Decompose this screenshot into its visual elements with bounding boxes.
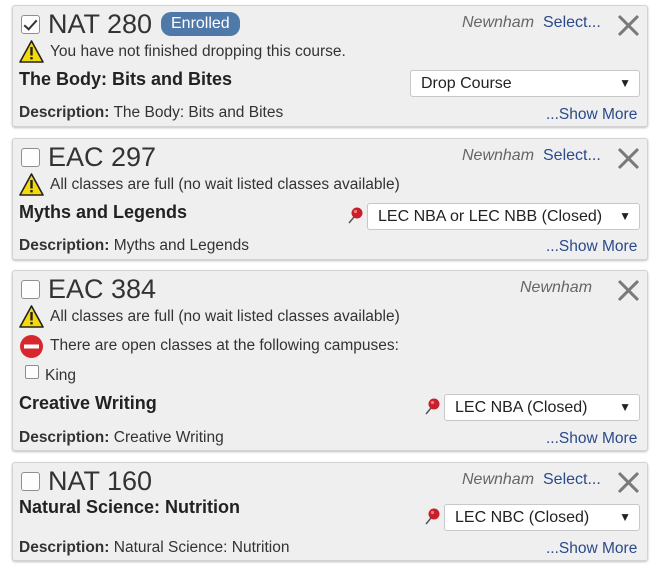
description-text: Creative Writing <box>113 429 224 446</box>
course-card: NAT 280 Enrolled Newnham Select... You h… <box>12 5 648 127</box>
course-title: The Body: Bits and Bites <box>19 69 233 89</box>
course-select-checkbox[interactable] <box>21 280 40 299</box>
course-select-checkbox[interactable] <box>21 472 40 491</box>
close-icon[interactable] <box>615 12 641 38</box>
close-icon[interactable] <box>615 469 641 495</box>
select-link[interactable]: Select... <box>543 147 601 165</box>
warning-icon <box>19 305 44 328</box>
select-link[interactable]: Select... <box>543 14 601 32</box>
description-text: Myths and Legends <box>113 237 250 254</box>
section-dropdown[interactable]: LEC NBC (Closed) ▼ <box>444 504 640 531</box>
close-icon[interactable] <box>615 277 641 303</box>
warning-icon <box>19 40 44 63</box>
caret-down-icon: ▼ <box>619 510 631 524</box>
campus-option-checkbox[interactable] <box>25 365 39 379</box>
open-campus-text: There are open classes at the following … <box>50 337 399 354</box>
warning-text: You have not finished dropping this cour… <box>50 43 346 60</box>
course-code: NAT 280 <box>48 9 153 39</box>
description-label: Description: <box>19 237 110 254</box>
description-text: Natural Science: Nutrition <box>113 539 290 556</box>
pushpin-icon <box>425 398 440 415</box>
course-card: NAT 160 Newnham Select... Natural Scienc… <box>12 462 648 561</box>
show-more-link[interactable]: ...Show More <box>546 238 637 256</box>
show-more-link[interactable]: ...Show More <box>546 430 637 448</box>
description-label: Description: <box>19 539 110 556</box>
description-label: Description: <box>19 429 110 446</box>
dropdown-value: Drop Course <box>421 75 512 92</box>
warning-text: All classes are full (no wait listed cla… <box>50 308 400 325</box>
show-more-link[interactable]: ...Show More <box>546 106 637 124</box>
pushpin-icon <box>425 508 440 525</box>
show-more-link[interactable]: ...Show More <box>546 540 637 558</box>
course-card: EAC 384 Newnham All classes are full (no… <box>12 270 648 451</box>
warning-text: All classes are full (no wait listed cla… <box>50 176 400 193</box>
pushpin-icon <box>348 207 363 224</box>
course-code: EAC 384 <box>48 274 157 304</box>
campus-label: Newnham <box>520 279 593 296</box>
campus-label: Newnham <box>462 14 535 31</box>
course-title: Creative Writing <box>19 393 157 413</box>
close-icon[interactable] <box>615 145 641 171</box>
course-title: Natural Science: Nutrition <box>19 497 241 517</box>
description-label: Description: <box>19 104 110 121</box>
course-code: EAC 297 <box>48 142 157 172</box>
campus-label: Newnham <box>462 147 535 164</box>
caret-down-icon: ▼ <box>619 76 631 90</box>
dropdown-value: LEC NBA or LEC NBB (Closed) <box>378 208 603 225</box>
select-link[interactable]: Select... <box>543 471 601 489</box>
dropdown-value: LEC NBC (Closed) <box>455 509 590 526</box>
course-description: Description: Creative Writing <box>19 429 224 447</box>
course-description: Description: Myths and Legends <box>19 237 249 255</box>
section-dropdown[interactable]: Drop Course ▼ <box>410 70 640 97</box>
campus-option-label: King <box>45 367 77 384</box>
course-select-checkbox[interactable] <box>21 15 40 34</box>
section-dropdown[interactable]: LEC NBA or LEC NBB (Closed) ▼ <box>367 203 640 230</box>
campus-label: Newnham <box>462 471 535 488</box>
course-description: Description: The Body: Bits and Bites <box>19 104 283 122</box>
status-badge: Enrolled <box>161 12 240 36</box>
course-title: Myths and Legends <box>19 202 188 222</box>
course-select-checkbox[interactable] <box>21 148 40 167</box>
section-dropdown[interactable]: LEC NBA (Closed) ▼ <box>444 394 640 421</box>
caret-down-icon: ▼ <box>619 400 631 414</box>
no-entry-icon <box>20 335 43 358</box>
course-card: EAC 297 Newnham Select... All classes ar… <box>12 138 648 260</box>
dropdown-value: LEC NBA (Closed) <box>455 399 588 416</box>
course-description: Description: Natural Science: Nutrition <box>19 539 290 557</box>
course-code: NAT 160 <box>48 466 153 496</box>
description-text: The Body: Bits and Bites <box>113 104 284 121</box>
caret-down-icon: ▼ <box>619 209 631 223</box>
warning-icon <box>19 173 44 196</box>
